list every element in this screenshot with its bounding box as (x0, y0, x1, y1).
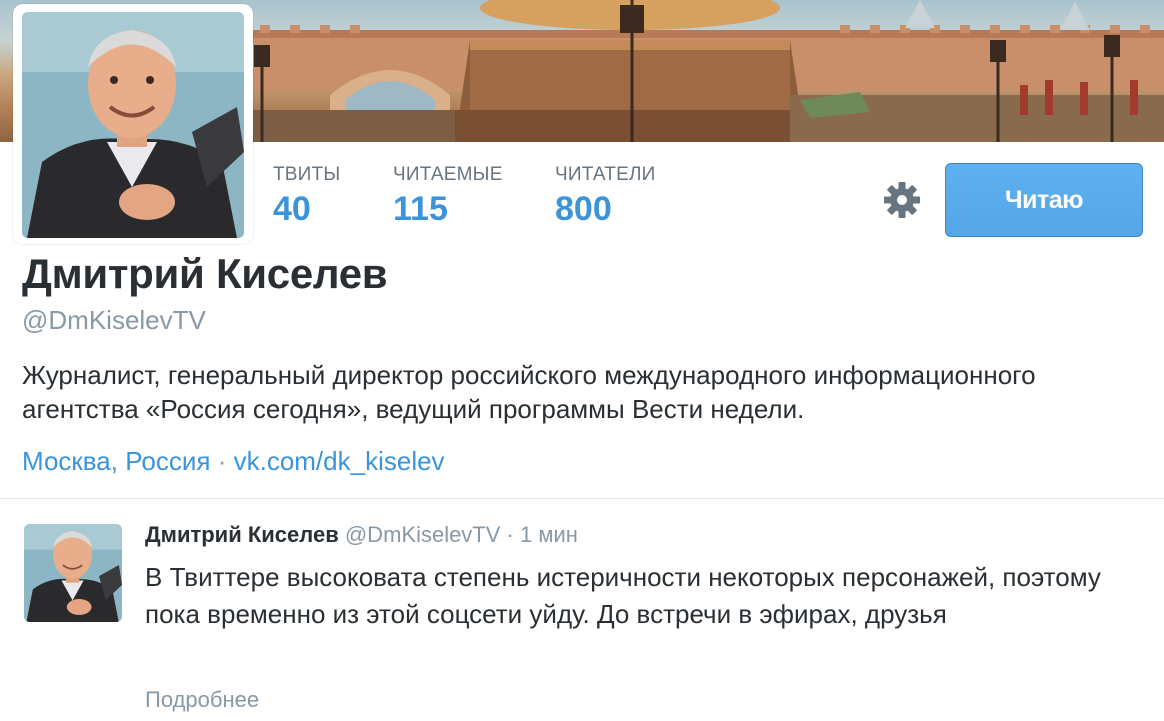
tweet-author-avatar[interactable] (24, 524, 122, 622)
gear-icon (884, 182, 920, 218)
tweet-author-name[interactable]: Дмитрий Киселев (145, 522, 339, 547)
stat-tweets-value: 40 (273, 190, 311, 228)
profile-avatar-frame (13, 4, 253, 244)
tweet-text: В Твиттере высоковата степень истеричнос… (145, 562, 1101, 629)
meta-separator: · (210, 446, 234, 476)
profile-bio: Журналист, генеральный директор российск… (22, 360, 1036, 424)
profile-website-link[interactable]: vk.com/dk_kiselev (234, 446, 445, 476)
tweet-timestamp[interactable]: 1 мин (520, 522, 578, 547)
profile-meta: Москва, Россия · vk.com/dk_kiselev (22, 446, 445, 477)
tweet-header: Дмитрий Киселев @DmKiselevTV · 1 мин (145, 522, 578, 548)
stat-tweets[interactable]: ТВИТЫ 40 (273, 164, 340, 228)
tweet-details-link[interactable]: Подробнее (145, 687, 259, 713)
stat-following-value: 115 (393, 190, 448, 228)
stat-followers[interactable]: ЧИТАТЕЛИ 800 (555, 164, 656, 228)
stat-tweets-label: ТВИТЫ (273, 164, 341, 185)
stat-following-label: ЧИТАЕМЫЕ (393, 164, 503, 185)
profile-avatar[interactable] (22, 12, 244, 238)
tweet-author-handle[interactable]: @DmKiselevTV (345, 522, 501, 547)
settings-button[interactable] (880, 178, 924, 222)
profile-display-name: Дмитрий Киселев (22, 250, 388, 297)
section-divider (0, 498, 1164, 499)
stat-followers-label: ЧИТАТЕЛИ (555, 164, 656, 185)
tweet-separator: · (500, 522, 520, 547)
profile-screen-name[interactable]: @DmKiselevTV (22, 305, 206, 336)
stat-followers-value: 800 (555, 190, 612, 228)
profile-location-link[interactable]: Москва, Россия (22, 446, 210, 476)
following-button[interactable]: Читаю (945, 163, 1143, 237)
stat-following[interactable]: ЧИТАЕМЫЕ 115 (393, 164, 503, 228)
